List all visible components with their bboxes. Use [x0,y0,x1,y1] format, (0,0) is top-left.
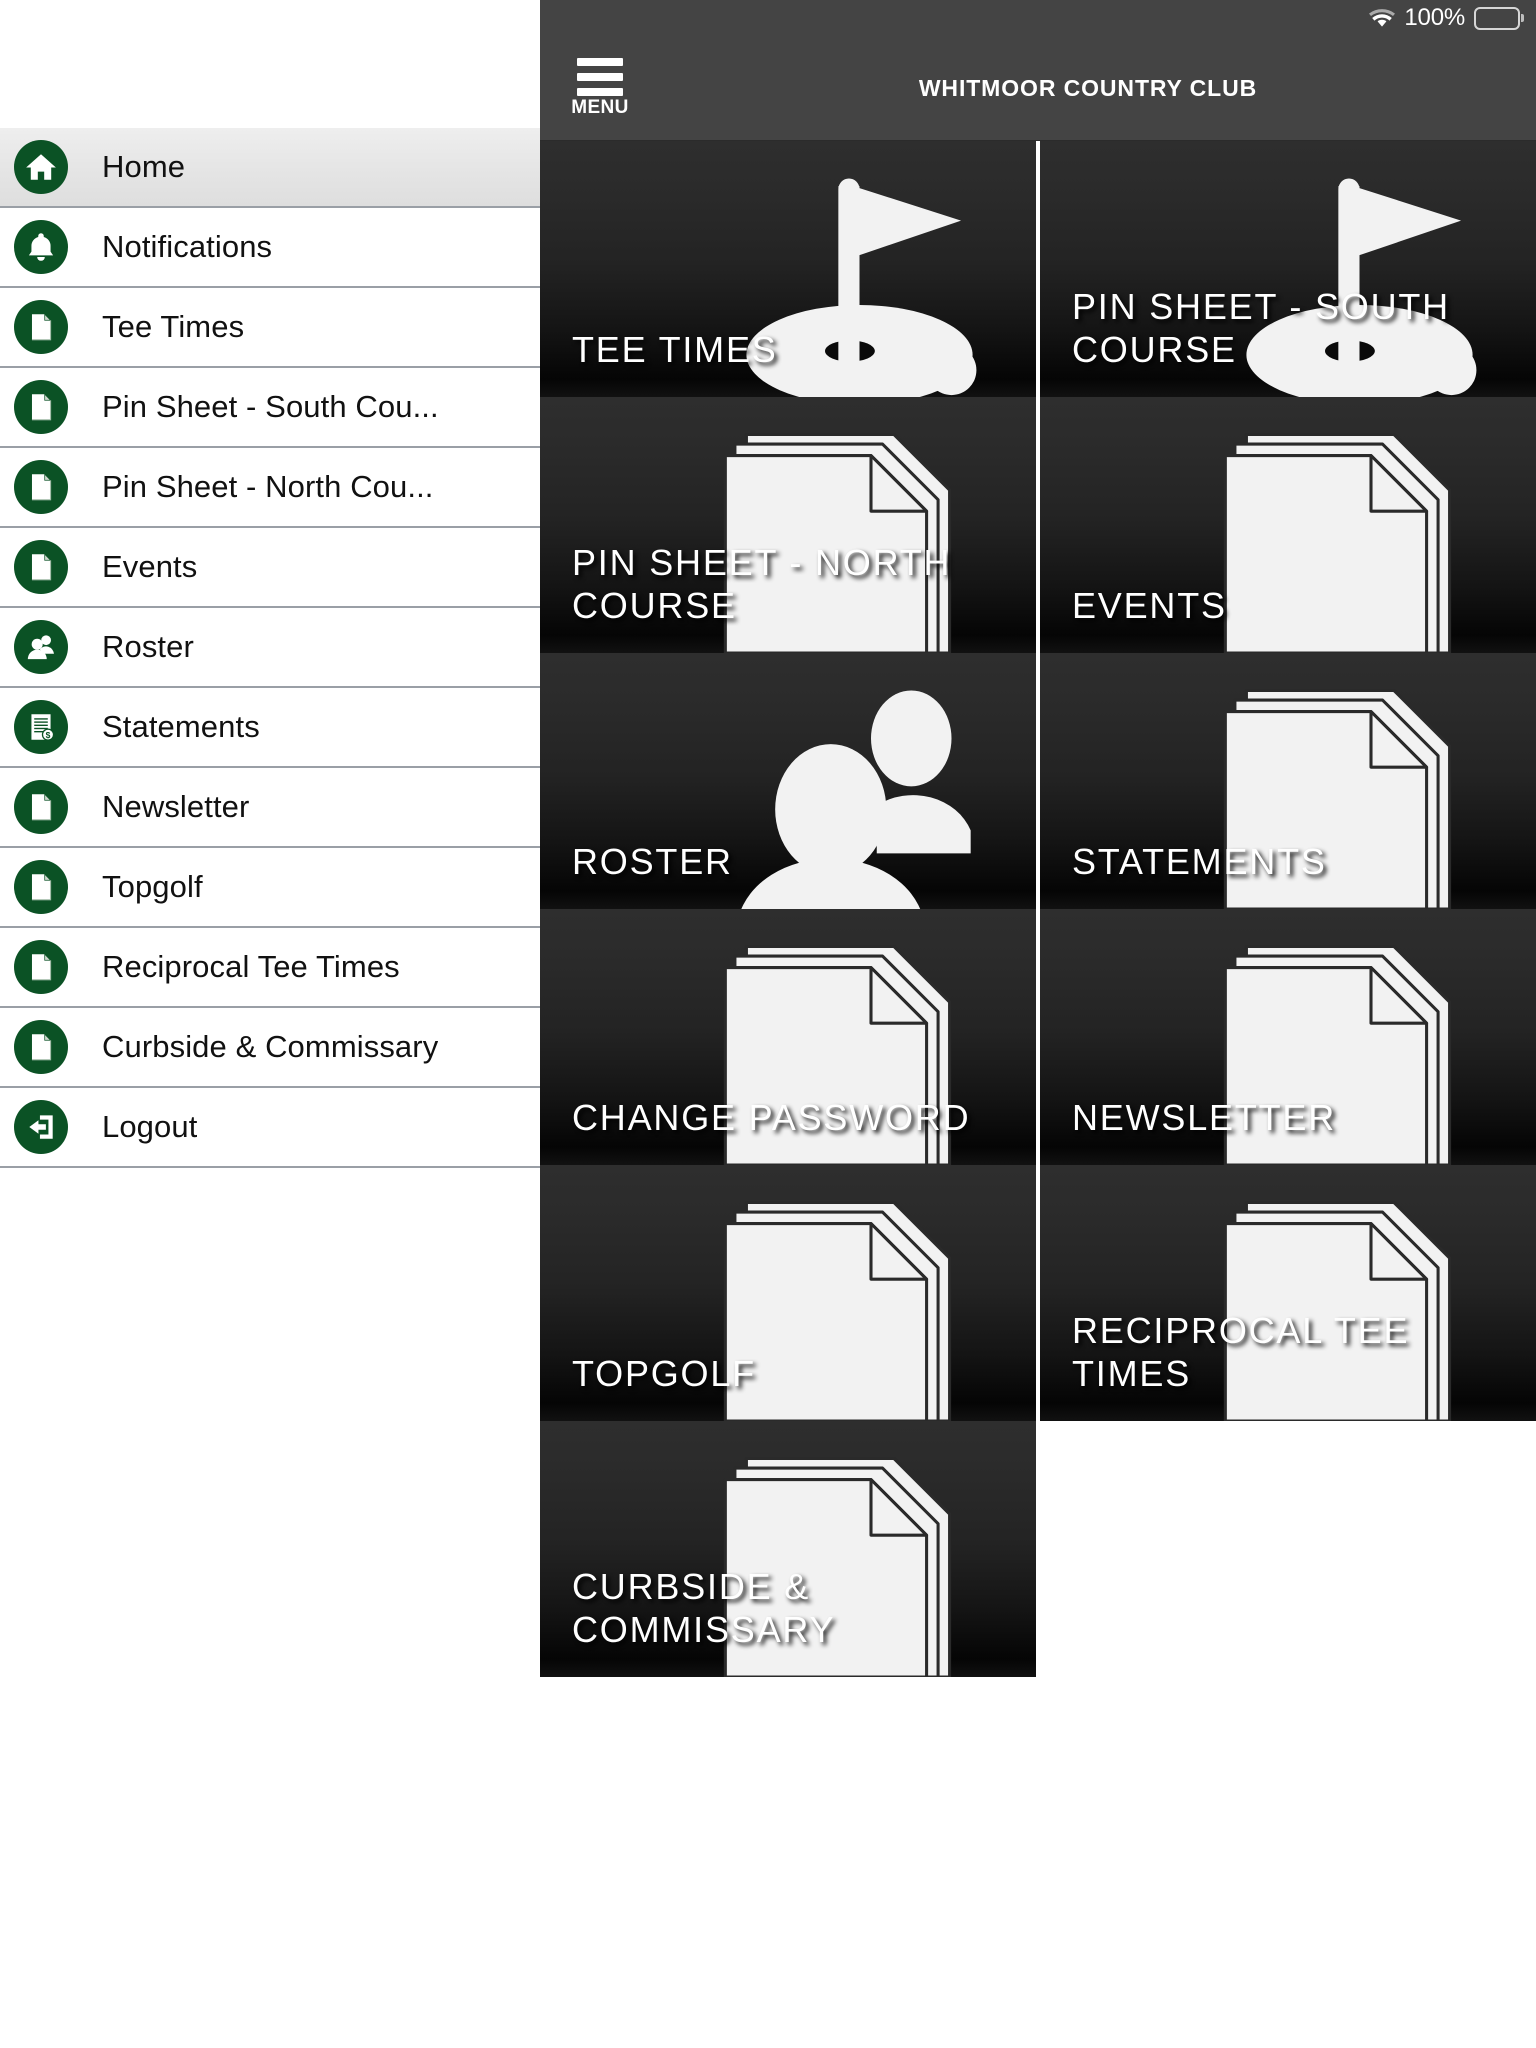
statement-dollar-icon [14,700,68,754]
bell-icon [14,220,68,274]
tile-label: NEWSLETTER [1072,1096,1337,1138]
document-icon [14,1020,68,1074]
sidebar-item-pin-sheet-south-cou[interactable]: Pin Sheet - South Cou... [0,368,540,448]
logout-arrow-icon [14,1100,68,1154]
wifi-icon [1369,8,1396,28]
tile-events[interactable]: EVENTS [1040,397,1536,653]
tile-statements[interactable]: STATEMENTS [1040,653,1536,909]
status-bar: 100% [540,0,1536,36]
sidebar-item-label: Home [102,149,186,184]
people-icon [14,620,68,674]
sidebar-item-curbside-commissary[interactable]: Curbside & Commissary [0,1008,540,1088]
document-icon [14,860,68,914]
battery-icon [1474,6,1520,30]
document-icon [14,540,68,594]
tile-curbside-commissary[interactable]: CURBSIDE & COMMISSARY [540,1421,1036,1677]
home-icon [14,140,68,194]
tile-label: TEE TIMES [572,328,778,370]
sidebar-item-statements[interactable]: Statements [0,688,540,768]
document-icon [14,940,68,994]
document-icon [718,1191,978,1421]
tile-label: STATEMENTS [1072,840,1327,882]
golf-flag-icon [718,167,978,397]
sidebar-item-label: Pin Sheet - South Cou... [102,389,439,424]
document-icon [1218,935,1478,1165]
tile-reciprocal-tee-times[interactable]: RECIPROCAL TEE TIMES [1040,1165,1536,1421]
navigation-drawer: Home Notifications Tee Times Pin Sheet - So… [0,0,540,2048]
page-title: WHITMOOR COUNTRY CLUB [918,74,1258,101]
sidebar-item-label: Events [102,549,198,584]
people-icon [718,679,978,909]
document-icon [718,1447,978,1677]
sidebar-item-label: Statements [102,709,260,744]
document-icon [718,423,978,653]
sidebar-item-notifications[interactable]: Notifications [0,208,540,288]
sidebar-item-label: Roster [102,629,194,664]
app-header: MENU WHITMOOR COUNTRY CLUB [540,36,1536,141]
tile-label: PIN SHEET - SOUTH COURSE [1072,286,1450,370]
document-icon [14,380,68,434]
app-screen: 100% MENU WHITMOOR COUNTRY CLUB TEE TIME… [0,0,1536,2048]
document-icon [14,780,68,834]
sidebar-item-topgolf[interactable]: Topgolf [0,848,540,928]
document-icon [1218,423,1478,653]
golf-flag-icon [1218,167,1478,397]
sidebar-item-logout[interactable]: Logout [0,1088,540,1168]
tile-roster[interactable]: ROSTER [540,653,1036,909]
document-icon [1218,1191,1478,1421]
sidebar-item-label: Pin Sheet - North Cou... [102,469,434,504]
sidebar-item-label: Reciprocal Tee Times [102,949,400,984]
tile-label: CHANGE PASSWORD [572,1096,971,1138]
tile-tee-times[interactable]: TEE TIMES [540,141,1036,397]
document-icon [14,460,68,514]
sidebar-item-label: Logout [102,1109,198,1144]
drawer-list: Home Notifications Tee Times Pin Sheet - So… [0,128,540,1168]
main-content-panel: 100% MENU WHITMOOR COUNTRY CLUB TEE TIME… [540,0,1536,2048]
sidebar-item-newsletter[interactable]: Newsletter [0,768,540,848]
sidebar-item-roster[interactable]: Roster [0,608,540,688]
sidebar-item-label: Topgolf [102,869,203,904]
sidebar-item-tee-times[interactable]: Tee Times [0,288,540,368]
tile-newsletter[interactable]: NEWSLETTER [1040,909,1536,1165]
sidebar-item-label: Notifications [102,229,273,264]
sidebar-item-events[interactable]: Events [0,528,540,608]
tile-topgolf[interactable]: TOPGOLF [540,1165,1036,1421]
tile-change-password[interactable]: CHANGE PASSWORD [540,909,1036,1165]
document-icon [1218,679,1478,909]
tile-grid: TEE TIMES PIN SHEET - SOUTH COURSE PIN SHE… [540,141,1536,2048]
tile-label: TOPGOLF [572,1352,756,1394]
tile-label: EVENTS [1072,584,1227,626]
tile-pin-sheet-north-course[interactable]: PIN SHEET - NORTH COURSE [540,397,1036,653]
document-icon [14,300,68,354]
sidebar-item-pin-sheet-north-cou[interactable]: Pin Sheet - North Cou... [0,448,540,528]
sidebar-item-label: Newsletter [102,789,250,824]
sidebar-item-label: Tee Times [102,309,245,344]
tile-label: ROSTER [572,840,733,882]
hamburger-bar [577,58,623,66]
battery-percentage: 100% [1404,4,1465,31]
tile-label: CURBSIDE & COMMISSARY [572,1566,836,1650]
document-icon [718,935,978,1165]
tile-label: PIN SHEET - NORTH COURSE [572,542,952,626]
tile-pin-sheet-south-course[interactable]: PIN SHEET - SOUTH COURSE [1040,141,1536,397]
sidebar-item-reciprocal-tee-times[interactable]: Reciprocal Tee Times [0,928,540,1008]
sidebar-item-label: Curbside & Commissary [102,1029,439,1064]
tile-label: RECIPROCAL TEE TIMES [1072,1310,1410,1394]
sidebar-item-home[interactable]: Home [0,128,540,208]
